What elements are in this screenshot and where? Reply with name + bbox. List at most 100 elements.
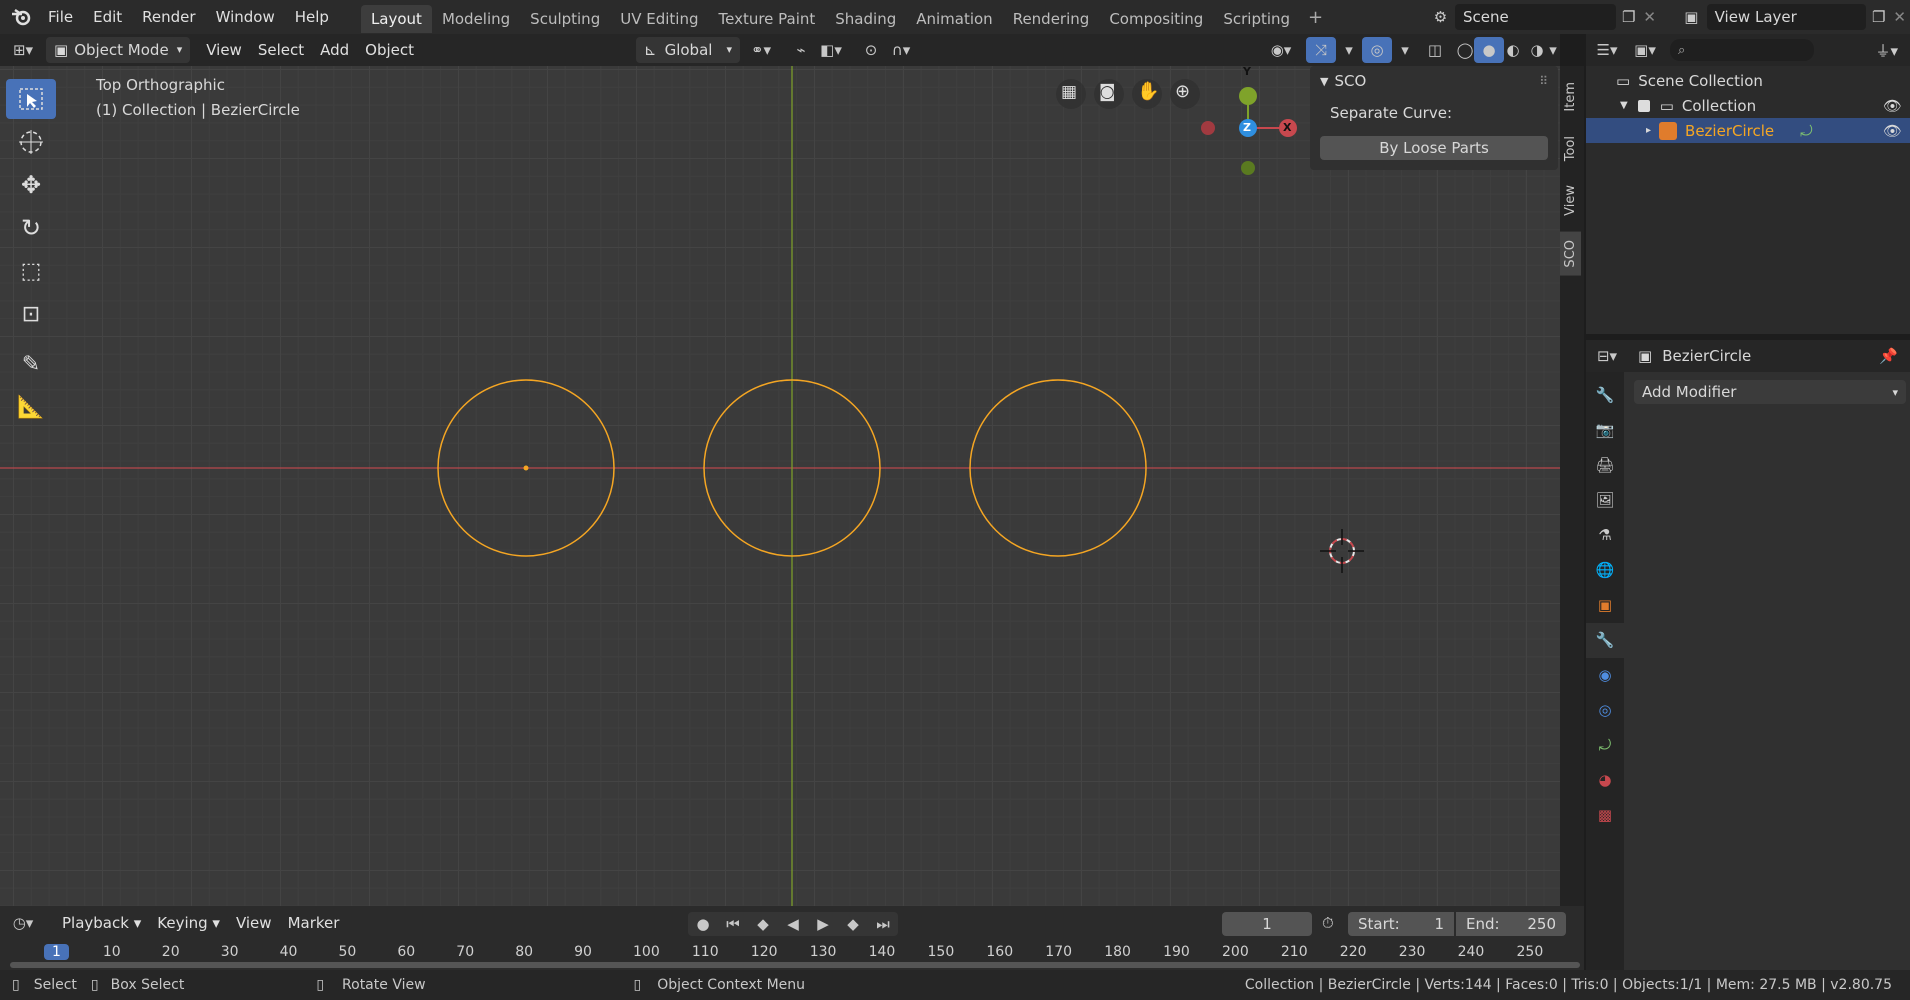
render-props-icon[interactable]: 📷 xyxy=(1596,413,1615,448)
tab-layout[interactable]: Layout xyxy=(360,5,432,33)
collapse-icon[interactable]: ▼ xyxy=(1320,75,1328,88)
menu-window[interactable]: Window xyxy=(206,0,285,34)
chevron-down-icon[interactable]: ▾ xyxy=(1546,37,1560,63)
annotate-tool[interactable]: ✎ xyxy=(6,344,56,384)
move-tool[interactable]: ✥ xyxy=(6,165,56,205)
orientation-dropdown[interactable]: ⊾ Global ▾ xyxy=(636,37,740,63)
output-props-icon[interactable]: 🖨 xyxy=(1595,448,1614,483)
tab-modeling[interactable]: Modeling xyxy=(432,5,520,33)
pin-icon[interactable]: 📌 xyxy=(1879,347,1898,365)
filter-icon[interactable]: ⏚▾ xyxy=(1875,40,1898,61)
outliner-row-beziercircle[interactable]: ▸ BezierCircle ⤾ 👁 xyxy=(1586,118,1910,143)
texture-props-icon[interactable]: ▩ xyxy=(1598,798,1612,833)
modifier-props-icon[interactable]: 🔧 xyxy=(1586,623,1624,658)
eye-icon[interactable]: 👁 xyxy=(1883,122,1902,140)
add-workspace-icon[interactable]: + xyxy=(1308,7,1323,28)
tab-uv-editing[interactable]: UV Editing xyxy=(610,5,708,33)
scene-selector[interactable]: ⚙ Scene ❐ ✕ xyxy=(1426,3,1656,31)
by-loose-parts-button[interactable]: By Loose Parts xyxy=(1320,136,1548,160)
tab-view[interactable]: View xyxy=(1560,177,1581,224)
gizmo-toggle-icon[interactable]: ⤨ xyxy=(1306,37,1336,63)
blender-logo-icon[interactable] xyxy=(4,0,38,34)
visibility-icon[interactable]: ◉▾ xyxy=(1266,37,1296,63)
view-layer-selector[interactable]: ▣ View Layer ❐ ✕ xyxy=(1676,3,1906,31)
curve-data-props-icon[interactable]: ⤾ xyxy=(1599,728,1612,763)
material-props-icon[interactable]: ◕ xyxy=(1598,763,1611,798)
pan-hand-icon[interactable]: ✋ xyxy=(1137,81,1159,102)
expand-arrow-icon[interactable]: ▸ xyxy=(1646,125,1651,136)
tab-sco[interactable]: SCO xyxy=(1560,231,1581,276)
gizmo-y-label[interactable]: Y xyxy=(1243,66,1251,78)
rotate-tool[interactable]: ↻ xyxy=(6,208,56,248)
delete-view-layer-icon[interactable]: ✕ xyxy=(1893,8,1906,26)
menu-object[interactable]: Object xyxy=(357,37,422,63)
chevron-down-icon[interactable]: ▾ xyxy=(1334,37,1364,63)
world-props-icon[interactable]: 🌐 xyxy=(1596,553,1615,588)
scene-canvas[interactable] xyxy=(0,66,1560,906)
timeline-scrollbar[interactable] xyxy=(10,962,1580,968)
tab-scripting[interactable]: Scripting xyxy=(1213,5,1300,33)
frame-ruler[interactable]: 1 10 20 30 40 50 60 70 80 90 100 110 120 130 140 150 160… xyxy=(0,906,1584,970)
scale-tool[interactable]: ⬚ xyxy=(6,251,56,291)
snap-target-icon[interactable]: ◧▾ xyxy=(816,37,846,63)
proportional-edit-icon[interactable]: ⊙ xyxy=(856,37,886,63)
scene-props-icon[interactable]: ⚗ xyxy=(1598,518,1611,553)
editor-type-icon[interactable]: ⊞▾ xyxy=(8,37,38,63)
pivot-icon[interactable]: ⚭▾ xyxy=(746,37,776,63)
tool-props-icon[interactable]: 🔧 xyxy=(1596,378,1615,413)
overlays-icon[interactable]: ◎ xyxy=(1362,37,1392,63)
3d-viewport[interactable]: Top Orthographic (1) Collection | Bezier… xyxy=(0,66,1560,906)
tab-compositing[interactable]: Compositing xyxy=(1099,5,1213,33)
view-layer-props-icon[interactable]: 🖼 xyxy=(1595,483,1614,518)
delete-scene-icon[interactable]: ✕ xyxy=(1643,8,1656,26)
curve-data-icon[interactable]: ⤾ xyxy=(1800,122,1813,140)
menu-help[interactable]: Help xyxy=(285,0,339,34)
gizmo-x-label[interactable]: X xyxy=(1283,121,1291,134)
tab-item[interactable]: Item xyxy=(1560,74,1581,120)
menu-edit[interactable]: Edit xyxy=(83,0,132,34)
drag-handle-icon[interactable]: ⠿ xyxy=(1539,74,1548,88)
tab-animation[interactable]: Animation xyxy=(906,5,1002,33)
view-layer-name[interactable]: View Layer xyxy=(1706,4,1866,30)
chevron-down-icon[interactable]: ▾ xyxy=(1390,37,1420,63)
physics-props-icon[interactable]: ◎ xyxy=(1598,693,1611,728)
checkbox-icon[interactable] xyxy=(1637,99,1650,112)
menu-file[interactable]: File xyxy=(38,0,83,34)
outliner-row-collection[interactable]: ▼ ▭ Collection 👁 xyxy=(1586,93,1910,118)
menu-render[interactable]: Render xyxy=(132,0,205,34)
falloff-icon[interactable]: ∩▾ xyxy=(886,37,916,63)
snap-icon[interactable]: ⌁ xyxy=(786,37,816,63)
add-modifier-dropdown[interactable]: Add Modifier ▾ xyxy=(1634,380,1906,404)
object-props-icon[interactable]: ▣ xyxy=(1598,588,1612,623)
zoom-icon[interactable]: ⊕ xyxy=(1175,81,1190,102)
tab-texture-paint[interactable]: Texture Paint xyxy=(708,5,825,33)
sco-panel-header[interactable]: ▼ SCO ⠿ xyxy=(1310,66,1558,96)
tab-sculpting[interactable]: Sculpting xyxy=(520,5,610,33)
outliner-row-scene-collection[interactable]: ▭ Scene Collection xyxy=(1586,68,1910,93)
new-view-layer-icon[interactable]: ❐ xyxy=(1872,8,1885,26)
scene-name[interactable]: Scene xyxy=(1455,4,1616,30)
gizmo-z-label[interactable]: Z xyxy=(1243,121,1251,134)
transform-tool[interactable]: ⊡ xyxy=(6,294,56,334)
tab-shading[interactable]: Shading xyxy=(825,5,906,33)
cursor-tool[interactable] xyxy=(6,122,56,162)
menu-select[interactable]: Select xyxy=(250,37,312,63)
menu-add[interactable]: Add xyxy=(312,37,357,63)
properties-editor-icon[interactable]: ⊟▾ xyxy=(1592,343,1622,369)
expand-arrow-icon[interactable]: ▼ xyxy=(1620,100,1628,111)
tab-tool[interactable]: Tool xyxy=(1560,128,1581,169)
new-scene-icon[interactable]: ❐ xyxy=(1622,8,1635,26)
xray-icon[interactable]: ◫ xyxy=(1420,37,1450,63)
eye-icon[interactable]: 👁 xyxy=(1883,97,1902,115)
outliner-search-input[interactable]: ⌕ xyxy=(1670,39,1814,61)
tab-rendering[interactable]: Rendering xyxy=(1003,5,1100,33)
display-mode-icon[interactable]: ▣▾ xyxy=(1630,37,1660,63)
measure-tool[interactable]: 📐 xyxy=(6,387,56,427)
mode-dropdown[interactable]: ▣ Object Mode ▾ xyxy=(46,37,191,63)
menu-view[interactable]: View xyxy=(198,37,250,63)
outliner-editor-icon[interactable]: ☰▾ xyxy=(1592,37,1622,63)
grid-view-icon[interactable]: ▦ xyxy=(1061,82,1077,102)
select-box-tool[interactable] xyxy=(6,79,56,119)
particles-props-icon[interactable]: ◉ xyxy=(1598,658,1611,693)
current-frame-marker[interactable]: 1 xyxy=(44,944,69,960)
